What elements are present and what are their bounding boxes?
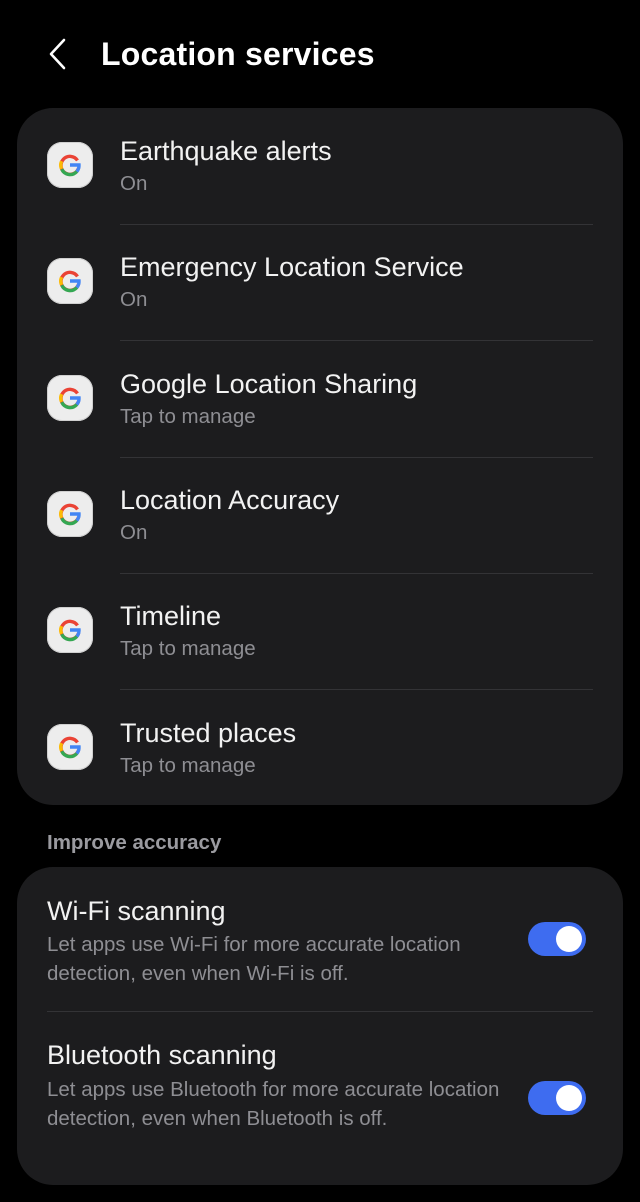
google-icon (47, 491, 93, 537)
list-item-title: Google Location Sharing (120, 369, 418, 399)
wifi-scanning-row[interactable]: Wi-Fi scanning Let apps use Wi-Fi for mo… (17, 867, 623, 1011)
wifi-scanning-toggle[interactable] (528, 922, 586, 956)
bluetooth-scanning-title: Bluetooth scanning (47, 1040, 277, 1070)
list-item-status: On (120, 288, 148, 311)
google-icon (47, 375, 93, 421)
list-item-title: Emergency Location Service (120, 252, 464, 282)
list-item-status: Tap to manage (120, 405, 256, 428)
list-item-location-accuracy[interactable]: Location Accuracy On (17, 457, 623, 573)
list-item-status: Tap to manage (120, 637, 256, 660)
list-item-timeline[interactable]: Timeline Tap to manage (17, 573, 623, 689)
google-icon (47, 258, 93, 304)
list-item-title: Earthquake alerts (120, 136, 332, 166)
page-title: Location services (101, 36, 375, 72)
list-item-status: On (120, 172, 148, 195)
bluetooth-scanning-description: Let apps use Bluetooth for more accurate… (47, 1078, 500, 1130)
section-header-improve-accuracy: Improve accuracy (47, 831, 222, 854)
improve-accuracy-card: Wi-Fi scanning Let apps use Wi-Fi for mo… (17, 867, 623, 1185)
wifi-scanning-title: Wi-Fi scanning (47, 896, 226, 926)
list-item-title: Location Accuracy (120, 485, 340, 515)
toggle-knob (556, 926, 582, 952)
bluetooth-scanning-row[interactable]: Bluetooth scanning Let apps use Bluetoot… (17, 1012, 623, 1185)
bluetooth-scanning-toggle[interactable] (528, 1081, 586, 1115)
google-apps-card: Earthquake alerts On Emergency Location … (17, 108, 623, 805)
list-item-trusted-places[interactable]: Trusted places Tap to manage (17, 690, 623, 806)
google-icon (47, 607, 93, 653)
list-item-status: Tap to manage (120, 754, 256, 777)
app-bar: Location services (0, 0, 640, 108)
list-item-earthquake-alerts[interactable]: Earthquake alerts On (17, 108, 623, 224)
list-item-title: Timeline (120, 601, 222, 631)
google-icon (47, 142, 93, 188)
list-item-emergency-location-service[interactable]: Emergency Location Service On (17, 224, 623, 340)
list-item-google-location-sharing[interactable]: Google Location Sharing Tap to manage (17, 341, 623, 457)
list-item-title: Trusted places (120, 718, 297, 748)
list-item-status: On (120, 521, 148, 544)
back-button[interactable] (36, 32, 80, 76)
chevron-left-icon (49, 38, 66, 70)
google-icon (47, 724, 93, 770)
toggle-knob (556, 1085, 582, 1111)
wifi-scanning-description: Let apps use Wi-Fi for more accurate loc… (47, 933, 461, 985)
